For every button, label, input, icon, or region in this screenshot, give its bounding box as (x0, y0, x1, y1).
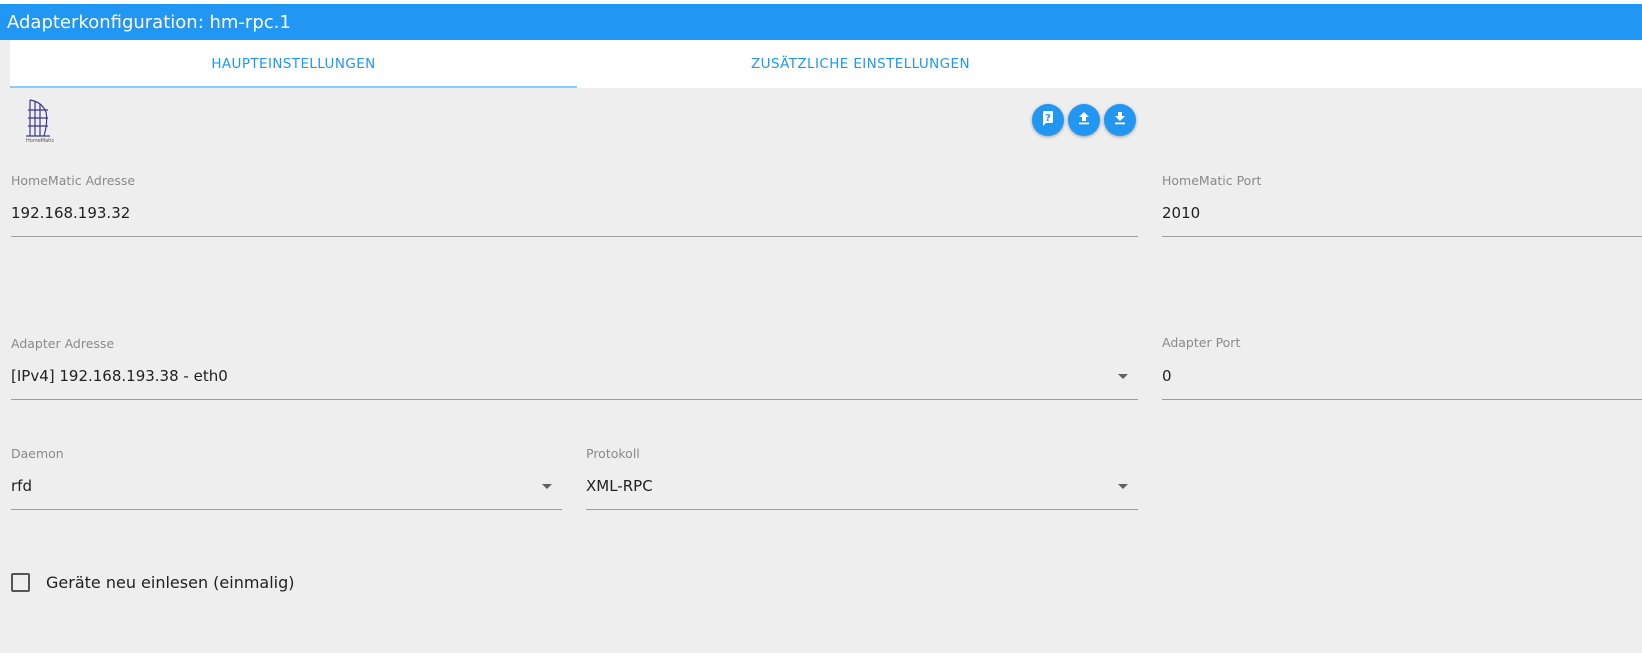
adapter-port-label: Adapter Port (1162, 335, 1241, 350)
help-button[interactable]: ? (1032, 104, 1064, 136)
tab-additional-settings-label: ZUSÄTZLICHE EINSTELLUNGEN (751, 56, 970, 72)
download-icon (1112, 110, 1128, 131)
protocol-underline (586, 509, 1138, 510)
homematic-port-field[interactable]: HomeMatic Port 2010 (1162, 173, 1642, 237)
homematic-address-label: HomeMatic Adresse (11, 173, 136, 188)
adapter-port-field[interactable]: Adapter Port 0 (1162, 335, 1642, 400)
active-tab-indicator (10, 86, 577, 88)
protocol-select[interactable]: Protokoll XML-RPC (586, 446, 1138, 510)
protocol-label: Protokoll (586, 446, 640, 461)
adapter-address-label: Adapter Adresse (11, 336, 115, 351)
homematic-address-field[interactable]: HomeMatic Adresse 192.168.193.32 (11, 173, 1138, 237)
page-title: Adapterkonfiguration: hm-rpc.1 (7, 12, 291, 33)
upload-button[interactable] (1068, 104, 1100, 136)
svg-text:HomeMatic: HomeMatic (26, 138, 54, 144)
title-bar: Adapterkonfiguration: hm-rpc.1 (0, 4, 1642, 40)
adapter-port-underline (1162, 399, 1642, 400)
homematic-port-underline (1162, 236, 1642, 237)
adapter-port-input[interactable]: 0 (1162, 367, 1172, 385)
daemon-underline (11, 509, 562, 510)
daemon-value: rfd (11, 477, 32, 495)
chevron-down-icon (542, 484, 552, 489)
adapter-address-underline (11, 399, 1138, 400)
tab-main-settings[interactable]: HAUPTEINSTELLUNGEN (10, 40, 577, 88)
svg-text:?: ? (1045, 113, 1051, 124)
adapter-address-value: [IPv4] 192.168.193.38 - eth0 (11, 367, 228, 385)
protocol-value: XML-RPC (586, 477, 653, 495)
reload-devices-label: Geräte neu einlesen (einmalig) (46, 572, 295, 592)
tab-bar: HAUPTEINSTELLUNGEN ZUSÄTZLICHE EINSTELLU… (10, 40, 1642, 88)
homematic-address-underline (11, 236, 1138, 237)
upload-icon (1076, 110, 1092, 131)
daemon-label: Daemon (11, 446, 64, 461)
tab-main-settings-label: HAUPTEINSTELLUNGEN (211, 56, 376, 72)
homematic-port-input[interactable]: 2010 (1162, 204, 1200, 222)
homematic-address-input[interactable]: 192.168.193.32 (11, 204, 130, 222)
chevron-down-icon (1118, 484, 1128, 489)
homematic-logo-icon: HomeMatic (22, 96, 64, 144)
daemon-select[interactable]: Daemon rfd (11, 446, 562, 510)
homematic-port-label: HomeMatic Port (1162, 173, 1262, 188)
adapter-address-select[interactable]: Adapter Adresse [IPv4] 192.168.193.38 - … (11, 336, 1138, 400)
download-button[interactable] (1104, 104, 1136, 136)
reload-devices-option[interactable]: Geräte neu einlesen (einmalig) (11, 570, 295, 594)
tab-additional-settings[interactable]: ZUSÄTZLICHE EINSTELLUNGEN (577, 40, 1144, 88)
chevron-down-icon (1118, 374, 1128, 379)
reload-devices-checkbox[interactable] (11, 572, 30, 592)
help-icon: ? (1040, 110, 1056, 131)
